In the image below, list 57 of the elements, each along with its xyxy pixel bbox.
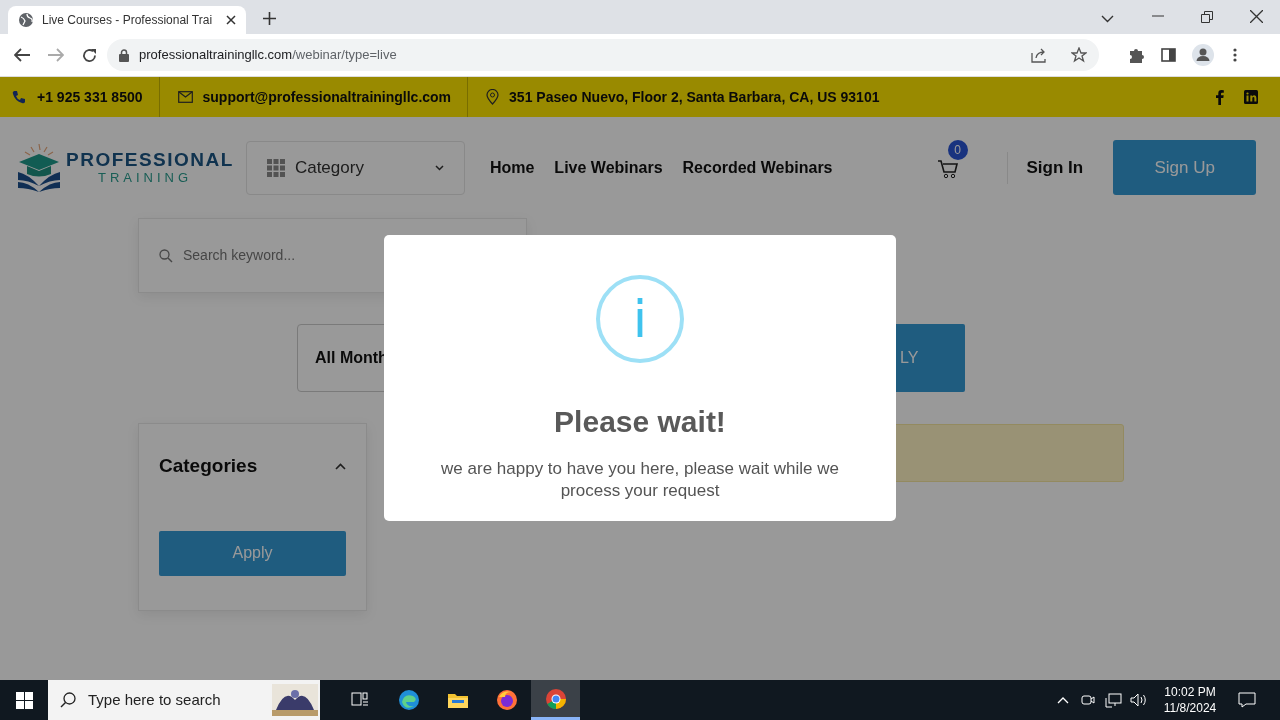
cart-icon[interactable]	[936, 158, 959, 181]
side-panel-icon[interactable]	[1161, 48, 1176, 62]
share-icon[interactable]	[1031, 47, 1047, 63]
notification-icon[interactable]	[1238, 692, 1256, 708]
globe-icon	[18, 12, 34, 28]
sign-in-link[interactable]: Sign In	[1026, 154, 1084, 181]
facebook-icon[interactable]	[1216, 89, 1224, 105]
cart-count-badge: 0	[947, 139, 968, 160]
firefox-icon	[495, 689, 518, 711]
clock-date[interactable]: 11/8/2024	[1159, 700, 1221, 716]
profile-icon[interactable]	[1192, 44, 1214, 66]
taskbar-search-field[interactable]: Type here to search	[48, 680, 270, 720]
envelope-icon	[177, 91, 193, 103]
dialog-title: Please wait!	[554, 404, 726, 440]
chevron-down-icon[interactable]	[1101, 15, 1114, 23]
nav-link[interactable]: Home	[489, 155, 535, 180]
email-link[interactable]: support@professionaltrainingllc.com	[202, 86, 452, 108]
map-pin-icon	[486, 89, 500, 105]
address-bar[interactable]: professionaltrainingllc.com/webinar/type=live	[107, 39, 1099, 71]
reload-icon[interactable]	[82, 47, 97, 63]
chrome-icon	[544, 687, 567, 710]
lock-icon	[119, 48, 129, 62]
logo-text: PROFESSIONAL	[66, 149, 234, 171]
puzzle-icon[interactable]	[1129, 47, 1145, 63]
taskbar-app-button[interactable]	[531, 680, 580, 720]
meet-now-icon[interactable]	[1081, 692, 1095, 708]
close-icon[interactable]	[1250, 10, 1263, 23]
restore-icon[interactable]	[1201, 11, 1213, 23]
category-dropdown[interactable]: Category	[245, 140, 465, 195]
windows-start-icon[interactable]	[16, 691, 33, 709]
close-icon[interactable]	[226, 15, 236, 25]
nav-link[interactable]: Recorded Webinars	[682, 155, 833, 180]
back-icon[interactable]	[14, 48, 30, 62]
phone-number[interactable]: +1 925 331 8500	[37, 86, 143, 108]
search-field[interactable]: Search keyword...	[181, 244, 506, 267]
browser-tab[interactable]: Live Courses - Professional Trai	[8, 6, 246, 34]
volume-icon[interactable]	[1130, 693, 1147, 707]
chevron-down-icon	[434, 164, 444, 171]
clock-time[interactable]: 10:02 PM	[1159, 684, 1221, 700]
logo-icon	[16, 141, 62, 194]
nav-link[interactable]: Live Webinars	[554, 155, 663, 180]
address-text: 351 Paseo Nuevo, Floor 2, Santa Barbara, CA, US 93101	[509, 87, 880, 107]
star-icon[interactable]	[1071, 47, 1087, 63]
grid-icon	[266, 158, 285, 177]
logo-subtitle: TRAINING	[98, 170, 194, 186]
categories-heading: Categories	[159, 454, 258, 478]
search-icon	[60, 692, 76, 708]
info-icon: i	[596, 275, 684, 363]
linkedin-icon[interactable]	[1244, 90, 1258, 104]
edge-icon	[397, 689, 420, 711]
phone-icon	[12, 89, 27, 105]
new-tab-icon[interactable]	[263, 12, 276, 25]
network-icon[interactable]	[1105, 692, 1122, 708]
chevron-up-icon[interactable]	[335, 462, 346, 470]
dialog-message: we are happy to have you here, please wait while we process your request	[440, 458, 840, 502]
search-icon	[159, 248, 173, 263]
menu-icon[interactable]	[1233, 48, 1237, 62]
